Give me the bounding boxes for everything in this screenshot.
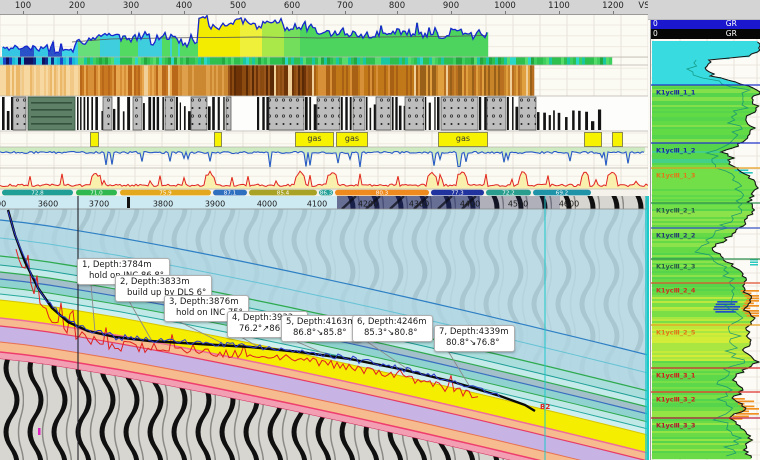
vs-tick-label: 200 [69, 1, 85, 11]
annotation-depth: Depth:4246m [368, 317, 427, 327]
vs-tick-label: 1100 [548, 1, 570, 11]
formation-label: K1ycⅢ_1_1 [656, 89, 696, 97]
formation-label: K1ycⅢ_1_3 [656, 172, 695, 180]
vs-tick-label: 100 [15, 1, 31, 11]
vs-tick-mark [505, 11, 506, 14]
vs-tick-mark [184, 11, 185, 14]
depth-tick-label: 4400 [460, 200, 480, 209]
gr-scale-min: 0 [653, 29, 658, 39]
vs-tick-mark [613, 11, 614, 14]
vs-tick-mark [397, 11, 398, 14]
depth-tick-label: 3900 [205, 200, 225, 209]
depth-tick-label: 4600 [559, 200, 579, 209]
depth-tick-label: 3800 [153, 200, 173, 209]
gr-correlation-panel[interactable]: 0 GR 0 GR K1ycⅢ_1_1K1ycⅢ_1_2K1ycⅢ_1_3K1y… [650, 0, 760, 460]
gas-label: gas [438, 132, 488, 147]
gr-scale-min: 0 [653, 19, 658, 29]
vs-tick-label: 900 [443, 1, 459, 11]
gas-label: gas [295, 132, 334, 147]
vs-tick-label: 1200 [602, 1, 624, 11]
annotation-number: 7, [439, 327, 447, 337]
vs-tick-mark [345, 11, 346, 14]
vs-tick-mark [131, 11, 132, 14]
gas-label: gas [336, 132, 368, 147]
vs-tick-mark [559, 11, 560, 14]
vs-tick-label: 600 [284, 1, 300, 11]
formation-label: K1ycⅢ_2_3 [656, 263, 695, 271]
steering-annotation[interactable]: 5, Depth:4163m86.8°↘85.8° [281, 315, 362, 342]
gr-curve-name: GR [726, 29, 737, 39]
vs-tick-mark [238, 11, 239, 14]
track-color-stripe [0, 57, 612, 65]
depth-tick-label: 3700 [89, 200, 109, 209]
depth-tick-label: 3600 [38, 200, 58, 209]
depth-tick-label: 4000 [257, 200, 277, 209]
ruler-corner [648, 0, 760, 20]
annotation-depth: Depth:3784m [93, 260, 152, 270]
vs-tick-label: 1000 [494, 1, 516, 11]
inclination-bar: 72.871.075.987.185.486.380.377.372.269.2 [0, 189, 648, 196]
vs-tick-label: 500 [230, 1, 246, 11]
annotation-depth: Depth:3833m [131, 277, 190, 287]
annotation-action: 80.8°↘76.8° [439, 338, 509, 349]
gr-plot-canvas[interactable]: K1ycⅢ_1_1 K1ycⅢ_1_2 K1ycⅢ_1_3 K1ycⅢ_2_1 K1yc… [651, 39, 760, 460]
depth-tick-label: 4100 [307, 200, 327, 209]
vs-tick-label: 400 [176, 1, 192, 11]
formation-label: K1ycⅢ_2_5 [656, 329, 696, 337]
vs-tick-label: 300 [123, 1, 139, 11]
depth-tick-label: 4500 [508, 200, 528, 209]
annotation-number: 2, [120, 277, 128, 287]
formation-label: K1ycⅢ_2_1 [656, 207, 696, 215]
steering-annotation[interactable]: 7, Depth:4339m80.8°↘76.8° [434, 325, 515, 352]
formation-label: K1ycⅢ_2_2 [656, 232, 695, 240]
annotation-number: 3, [169, 297, 177, 307]
marker-tick [38, 428, 41, 435]
gr-curve-name: GR [726, 19, 737, 29]
formation-label: K1ycⅢ_2_4 [656, 287, 696, 295]
steering-annotation[interactable]: 6, Depth:4246m85.3°↘80.8° [352, 315, 433, 342]
gr-track-header-2[interactable]: 0 GR [651, 29, 760, 39]
gas-label [214, 132, 222, 147]
vs-ruler[interactable]: 100200300400500600700800900100011001200V… [0, 0, 648, 15]
depth-tick-label: 4200 [358, 200, 378, 209]
annotation-depth: Depth:4339m [450, 327, 509, 337]
annotation-number: 4, [232, 313, 240, 323]
gas-label [90, 132, 99, 147]
annotation-action: 86.8°↘85.8° [286, 328, 356, 339]
track-lithology [0, 96, 648, 131]
annotation-number: 5, [286, 317, 294, 327]
gr-track-header-1[interactable]: 0 GR [651, 19, 760, 29]
vs-tick-mark [451, 11, 452, 14]
formation-label: K1ycⅢ_3_1 [656, 372, 696, 380]
annotation-number: 6, [357, 317, 365, 327]
ruler-section-mark [127, 197, 130, 208]
formation-label: K1ycⅢ_1_2 [656, 147, 695, 155]
formation-label: K1ycⅢ_3_2 [656, 396, 695, 404]
vs-tick-mark [23, 11, 24, 14]
vs-tick-mark [292, 11, 293, 14]
geosteering-app: 100200300400500600700800900100011001200V… [0, 0, 760, 460]
vs-tick-label: 700 [337, 1, 353, 11]
annotation-depth: Depth:4163m [297, 317, 356, 327]
vs-tick-mark [77, 11, 78, 14]
vs-tick-label: 800 [389, 1, 405, 11]
annotation-action: 85.3°↘80.8° [357, 328, 427, 339]
depth-tick-label: 3500 [0, 200, 6, 209]
panel-divider [647, 196, 649, 460]
log-tracks-canvas[interactable]: 72.871.075.987.185.486.380.377.372.269.2 [0, 14, 648, 196]
log-tracks-panel[interactable]: 72.871.075.987.185.486.380.377.372.269.2 [0, 14, 648, 196]
annotation-number: 1, [82, 260, 90, 270]
gas-label [584, 132, 602, 147]
depth-tick-label: 4300 [409, 200, 429, 209]
track-vdl-amplitude [0, 65, 534, 96]
formation-label: K1ycⅢ_3_3 [656, 422, 695, 430]
annotation-depth: Depth:3876m [180, 297, 239, 307]
gas-label [612, 132, 623, 147]
